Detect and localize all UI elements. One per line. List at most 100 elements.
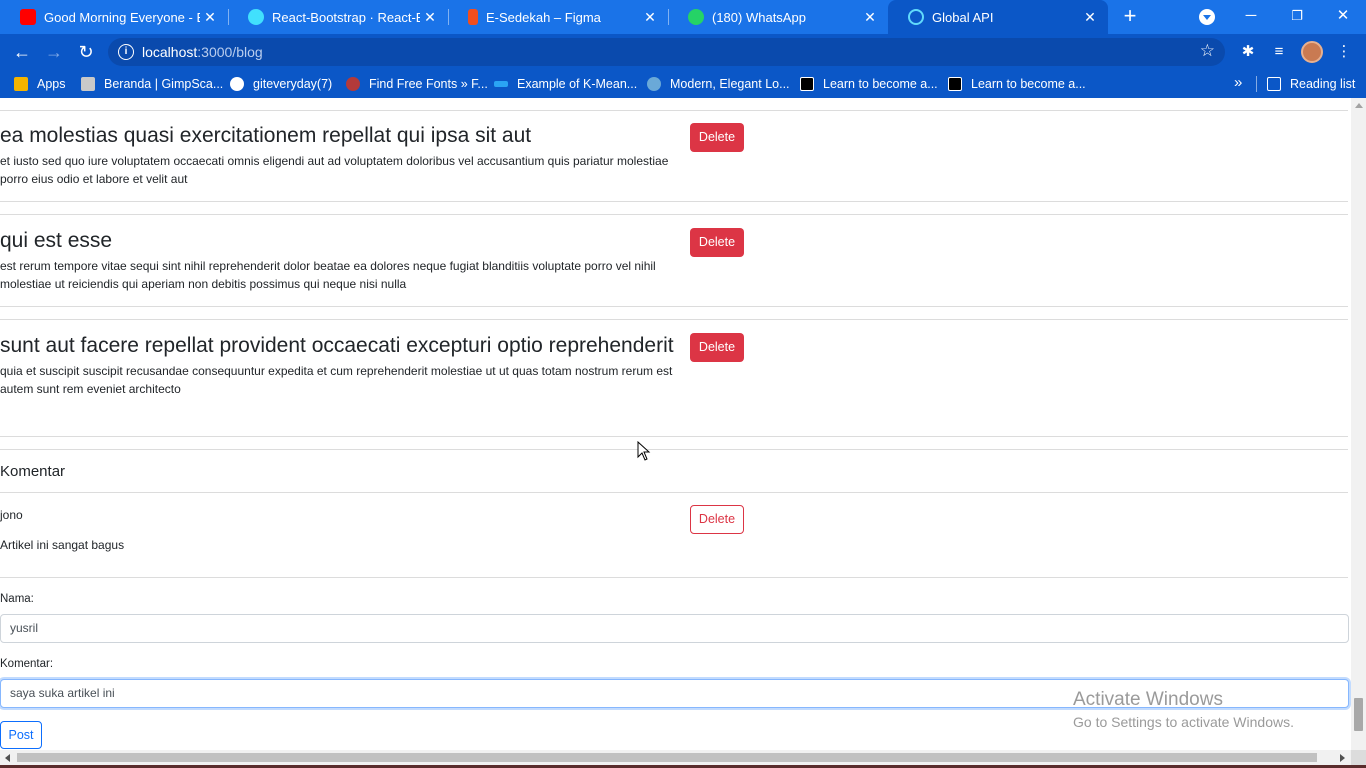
r-icon (800, 77, 814, 91)
post-title: sunt aut facere repellat provident occae… (0, 334, 674, 357)
tab-title: Good Morning Everyone - Bu (44, 9, 200, 25)
browser-toolbar: ← → ↻ i localhost:3000/blog ☆ ✱ ≡ ⋮ (0, 34, 1366, 70)
font-icon (346, 77, 360, 91)
bookmark-label: Modern, Elegant Lo... (670, 77, 790, 91)
scroll-up-arrow-icon[interactable] (1355, 103, 1363, 108)
bookmark-giteveryday[interactable]: giteveryday(7) (230, 75, 332, 93)
divider (0, 201, 1348, 202)
divider (0, 436, 1348, 437)
watermark-title: Activate Windows (1073, 689, 1223, 710)
tab-search-icon[interactable] (1199, 9, 1215, 25)
bookmark-label: Beranda | GimpSca... (104, 77, 224, 91)
close-tab-icon[interactable]: ✕ (420, 9, 440, 26)
divider (0, 110, 1348, 111)
scroll-corner (1351, 750, 1366, 765)
reload-icon[interactable]: ↻ (73, 39, 99, 65)
comment-body: Artikel ini sangat bagus (0, 538, 125, 552)
badge-icon (647, 77, 661, 91)
name-input[interactable]: yusril (0, 614, 1349, 643)
bookmark-label: Learn to become a... (823, 77, 938, 91)
globe-icon (230, 77, 244, 91)
horizontal-scrollbar[interactable] (0, 750, 1351, 765)
menu-kebab-icon[interactable]: ⋮ (1334, 42, 1354, 62)
post-title: qui est esse (0, 229, 113, 252)
vertical-scroll-thumb[interactable] (1354, 698, 1363, 731)
divider (0, 306, 1348, 307)
site-info-icon[interactable]: i (118, 44, 134, 60)
tab-title: E-Sedekah – Figma (486, 9, 601, 25)
bookmark-kmeans[interactable]: Example of K-Mean... (494, 75, 637, 93)
bookmark-modern-elegant[interactable]: Modern, Elegant Lo... (647, 75, 790, 93)
more-bookmarks-button[interactable]: » (1234, 74, 1242, 91)
post-body: quia et suscipit suscipit recusandae con… (0, 364, 673, 396)
divider (0, 449, 1348, 450)
bookmarks-bar: Apps Beranda | GimpSca... giteveryday(7)… (0, 70, 1366, 98)
url-path: :3000/blog (197, 44, 263, 60)
address-bar[interactable]: i localhost:3000/blog ☆ (108, 38, 1225, 66)
apps-grid-icon (14, 77, 28, 91)
bookmark-label: Find Free Fonts » F... (369, 77, 488, 91)
bookmark-learn-2[interactable]: Learn to become a... (948, 75, 1086, 93)
close-window-button[interactable]: ✕ (1320, 0, 1366, 34)
forward-arrow-icon[interactable]: → (41, 39, 67, 65)
scroll-right-arrow-icon[interactable] (1340, 754, 1345, 762)
bookmark-gimpscape[interactable]: Beranda | GimpSca... (81, 75, 223, 93)
post-item: sunt aut facere repellat provident occae… (0, 333, 680, 398)
bookmark-free-fonts[interactable]: Find Free Fonts » F... (346, 75, 488, 93)
watermark-subtitle: Go to Settings to activate Windows. (1073, 714, 1294, 730)
scroll-left-arrow-icon[interactable] (5, 754, 10, 762)
restore-button[interactable]: ❐ (1274, 0, 1320, 34)
tab-title: React-Bootstrap · React-Boot (272, 9, 420, 25)
close-tab-icon[interactable]: ✕ (200, 9, 220, 26)
comments-heading: Komentar (0, 463, 66, 480)
close-tab-icon[interactable]: ✕ (1080, 9, 1100, 26)
post-item: ea molestias quasi exercitationem repell… (0, 123, 680, 188)
bookmark-star-icon[interactable]: ☆ (1200, 41, 1215, 61)
divider (0, 319, 1348, 320)
close-tab-icon[interactable]: ✕ (860, 9, 880, 26)
horizontal-scroll-thumb[interactable] (17, 753, 1317, 762)
new-tab-button[interactable]: + (1118, 4, 1142, 28)
bookmark-label: giteveryday(7) (253, 77, 333, 91)
delete-post-button[interactable]: Delete (690, 123, 744, 152)
youtube-icon (20, 9, 36, 25)
name-label: Nama: (0, 593, 34, 605)
bookmark-label: Example of K-Mean... (517, 77, 638, 91)
vertical-scrollbar[interactable] (1351, 98, 1366, 750)
tab-figma[interactable]: E-Sedekah – Figma ✕ (448, 0, 668, 34)
gimp-icon (81, 77, 95, 91)
profile-avatar[interactable] (1301, 41, 1323, 63)
extensions-puzzle-icon[interactable]: ✱ (1238, 42, 1258, 62)
reading-list-icon (1267, 77, 1281, 91)
delete-comment-button[interactable]: Delete (690, 505, 744, 534)
r-icon (948, 77, 962, 91)
mouse-cursor-icon (637, 441, 651, 461)
back-arrow-icon[interactable]: ← (9, 39, 35, 65)
bookmark-learn-1[interactable]: Learn to become a... (800, 75, 938, 93)
post-comment-button[interactable]: Post (0, 721, 42, 749)
reading-list-button[interactable]: Reading list (1267, 75, 1355, 93)
page-viewport: ea molestias quasi exercitationem repell… (0, 98, 1351, 750)
fish-icon (494, 81, 508, 87)
post-body: et iusto sed quo iure voluptatem occaeca… (0, 154, 669, 186)
tab-title: Global API (932, 9, 994, 25)
post-body: est rerum tempore vitae sequi sint nihil… (0, 259, 656, 291)
delete-post-button[interactable]: Delete (690, 333, 744, 362)
activate-windows-watermark: Activate Windows Go to Settings to activ… (1073, 689, 1294, 730)
bookmark-label: Learn to become a... (971, 77, 1086, 91)
minimize-button[interactable]: ─ (1228, 0, 1274, 34)
tab-title: (180) WhatsApp (712, 9, 806, 25)
media-control-icon[interactable]: ≡ (1269, 42, 1289, 62)
post-title: ea molestias quasi exercitationem repell… (0, 124, 532, 147)
tab-whatsapp[interactable]: (180) WhatsApp ✕ (668, 0, 888, 34)
tab-react-bootstrap[interactable]: React-Bootstrap · React-Boot ✕ (228, 0, 448, 34)
tab-youtube[interactable]: Good Morning Everyone - Bu ✕ (0, 0, 228, 34)
divider (0, 492, 1348, 493)
bookmark-label: Apps (37, 77, 66, 91)
delete-post-button[interactable]: Delete (690, 228, 744, 257)
close-tab-icon[interactable]: ✕ (640, 9, 660, 26)
figma-icon (468, 9, 478, 25)
comment-label: Komentar: (0, 658, 54, 670)
tab-global-api[interactable]: Global API ✕ (888, 0, 1108, 34)
bookmark-apps[interactable]: Apps (14, 75, 66, 93)
